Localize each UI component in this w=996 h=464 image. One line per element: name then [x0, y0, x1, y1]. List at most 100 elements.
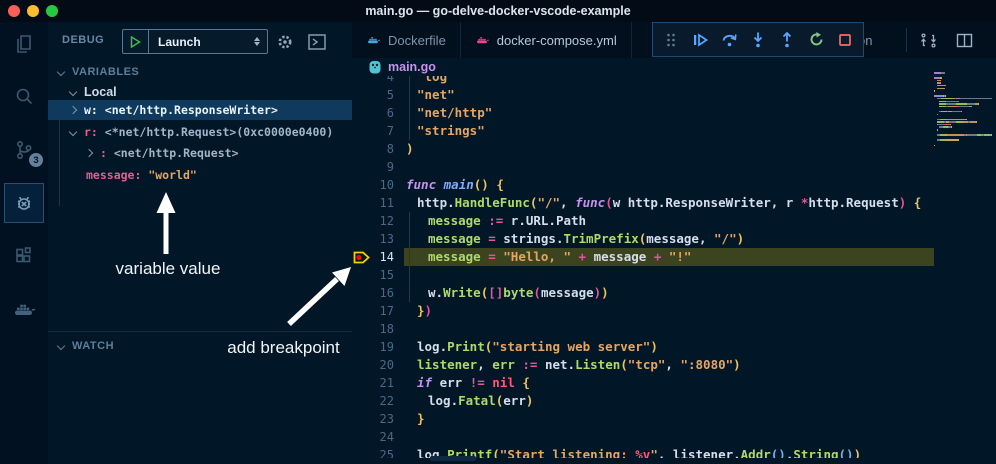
- line-number[interactable]: 4: [370, 76, 394, 84]
- code-line[interactable]: 17}): [352, 302, 934, 320]
- variable-row-request[interactable]: : <net/http.Request>: [48, 143, 352, 163]
- toolbar-grip-handle[interactable]: [662, 31, 680, 49]
- line-number[interactable]: 22: [370, 394, 394, 408]
- watch-section-header[interactable]: WATCH: [48, 336, 352, 356]
- dropdown-spinner-icon[interactable]: [249, 37, 265, 46]
- open-debug-console-icon[interactable]: [306, 31, 328, 53]
- continue-button[interactable]: [691, 31, 709, 49]
- minimize-window-button[interactable]: [27, 5, 39, 17]
- line-number[interactable]: 15: [370, 268, 394, 282]
- maximize-window-button[interactable]: [46, 5, 58, 17]
- line-number[interactable]: 12: [370, 214, 394, 228]
- sidebar-item-docker[interactable]: [4, 289, 44, 329]
- code-line[interactable]: 5"net": [352, 86, 934, 104]
- breakpoint-gutter[interactable]: [352, 446, 370, 458]
- breakpoint-gutter[interactable]: [352, 158, 370, 176]
- line-number[interactable]: 23: [370, 412, 394, 426]
- breakpoint-gutter[interactable]: [352, 392, 370, 410]
- line-number[interactable]: 13: [370, 232, 394, 246]
- line-number[interactable]: 9: [370, 160, 394, 174]
- variable-row-w[interactable]: w: <net/http.ResponseWriter>: [48, 100, 352, 120]
- code-line[interactable]: 11http.HandleFunc("/", func(w http.Respo…: [352, 194, 934, 212]
- line-number[interactable]: 10: [370, 178, 394, 192]
- line-number[interactable]: 8: [370, 142, 394, 156]
- code-line[interactable]: 12message := r.URL.Path: [352, 212, 934, 230]
- code-line[interactable]: 23}: [352, 410, 934, 428]
- code-line[interactable]: 4"log": [352, 76, 934, 86]
- line-number[interactable]: 14: [370, 250, 394, 264]
- line-number[interactable]: 5: [370, 88, 394, 102]
- breakpoint-current-line-icon[interactable]: [352, 248, 370, 266]
- configure-gear-icon[interactable]: [274, 31, 296, 53]
- breakpoint-gutter[interactable]: [352, 284, 370, 302]
- variables-section-header[interactable]: VARIABLES: [48, 62, 352, 82]
- line-number[interactable]: 25: [370, 448, 394, 458]
- code-line[interactable]: 24: [352, 428, 934, 446]
- tab-dockerfile[interactable]: Dockerfile: [352, 22, 461, 58]
- code-line[interactable]: 18: [352, 320, 934, 338]
- breakpoint-gutter[interactable]: [352, 86, 370, 104]
- sidebar-item-search[interactable]: [4, 77, 44, 117]
- breakpoint-gutter[interactable]: [352, 122, 370, 140]
- launch-configuration-dropdown[interactable]: Launch: [122, 29, 268, 54]
- variable-row-message[interactable]: message: "world": [48, 165, 352, 185]
- code-line[interactable]: 10func main() {: [352, 176, 934, 194]
- breakpoint-gutter[interactable]: [352, 140, 370, 158]
- code-line[interactable]: 20listener, err := net.Listen("tcp", ":8…: [352, 356, 934, 374]
- line-number[interactable]: 18: [370, 322, 394, 336]
- breakpoint-gutter[interactable]: [352, 266, 370, 284]
- line-number[interactable]: 7: [370, 124, 394, 138]
- close-window-button[interactable]: [8, 5, 20, 17]
- breakpoint-gutter[interactable]: [352, 410, 370, 428]
- sidebar-item-extensions[interactable]: [4, 236, 44, 276]
- code-editor[interactable]: 4"log"5"net"6"net/http"7"strings"8) 9 10fu…: [352, 76, 996, 458]
- breakpoint-gutter[interactable]: [352, 320, 370, 338]
- sidebar-item-explorer[interactable]: [4, 24, 44, 64]
- swap-arrows-icon[interactable]: [918, 30, 938, 50]
- breakpoint-gutter[interactable]: [352, 194, 370, 212]
- code-line[interactable]: 14message = "Hello, " + message + "!": [352, 248, 934, 266]
- breakpoint-gutter[interactable]: [352, 428, 370, 446]
- breakpoint-gutter[interactable]: [352, 212, 370, 230]
- restart-button[interactable]: [807, 31, 825, 49]
- sidebar-item-source-control[interactable]: 3: [4, 130, 44, 170]
- split-editor-icon[interactable]: [954, 30, 974, 50]
- code-line[interactable]: 13message = strings.TrimPrefix(message, …: [352, 230, 934, 248]
- breakpoint-gutter[interactable]: [352, 356, 370, 374]
- line-number[interactable]: 21: [370, 376, 394, 390]
- variables-scope-local[interactable]: Local: [70, 82, 117, 102]
- code-line[interactable]: 21if err != nil {: [352, 374, 934, 392]
- code-line[interactable]: 8): [352, 140, 934, 158]
- minimap[interactable]: [934, 72, 992, 452]
- line-number[interactable]: 11: [370, 196, 394, 210]
- breakpoint-gutter[interactable]: [352, 230, 370, 248]
- horizontal-scrollbar[interactable]: [430, 456, 476, 461]
- line-number[interactable]: 16: [370, 286, 394, 300]
- breakpoint-gutter[interactable]: [352, 176, 370, 194]
- step-into-button[interactable]: [749, 31, 767, 49]
- sidebar-item-debug[interactable]: [4, 183, 44, 223]
- breadcrumb[interactable]: main.go: [352, 58, 996, 76]
- breakpoint-gutter[interactable]: [352, 374, 370, 392]
- tab-docker-compose[interactable]: docker-compose.yml: [461, 22, 632, 58]
- line-number[interactable]: 19: [370, 340, 394, 354]
- code-line[interactable]: 15: [352, 266, 934, 284]
- step-out-button[interactable]: [778, 31, 796, 49]
- start-debugging-button[interactable]: [123, 30, 149, 53]
- line-number[interactable]: 6: [370, 106, 394, 120]
- code-line[interactable]: 6"net/http": [352, 104, 934, 122]
- code-line[interactable]: 16w.Write([]byte(message)): [352, 284, 934, 302]
- line-number[interactable]: 20: [370, 358, 394, 372]
- line-number[interactable]: 17: [370, 304, 394, 318]
- code-line[interactable]: 19log.Print("starting web server"): [352, 338, 934, 356]
- code-line[interactable]: 22log.Fatal(err): [352, 392, 934, 410]
- breakpoint-gutter[interactable]: [352, 104, 370, 122]
- breakpoint-gutter[interactable]: [352, 338, 370, 356]
- breakpoint-gutter[interactable]: [352, 76, 370, 86]
- variable-row-r[interactable]: r: <*net/http.Request>(0xc0000e0400): [48, 122, 352, 142]
- line-number[interactable]: 24: [370, 430, 394, 444]
- stop-button[interactable]: [836, 31, 854, 49]
- step-over-button[interactable]: [720, 31, 738, 49]
- code-line[interactable]: 7"strings": [352, 122, 934, 140]
- code-line[interactable]: 9: [352, 158, 934, 176]
